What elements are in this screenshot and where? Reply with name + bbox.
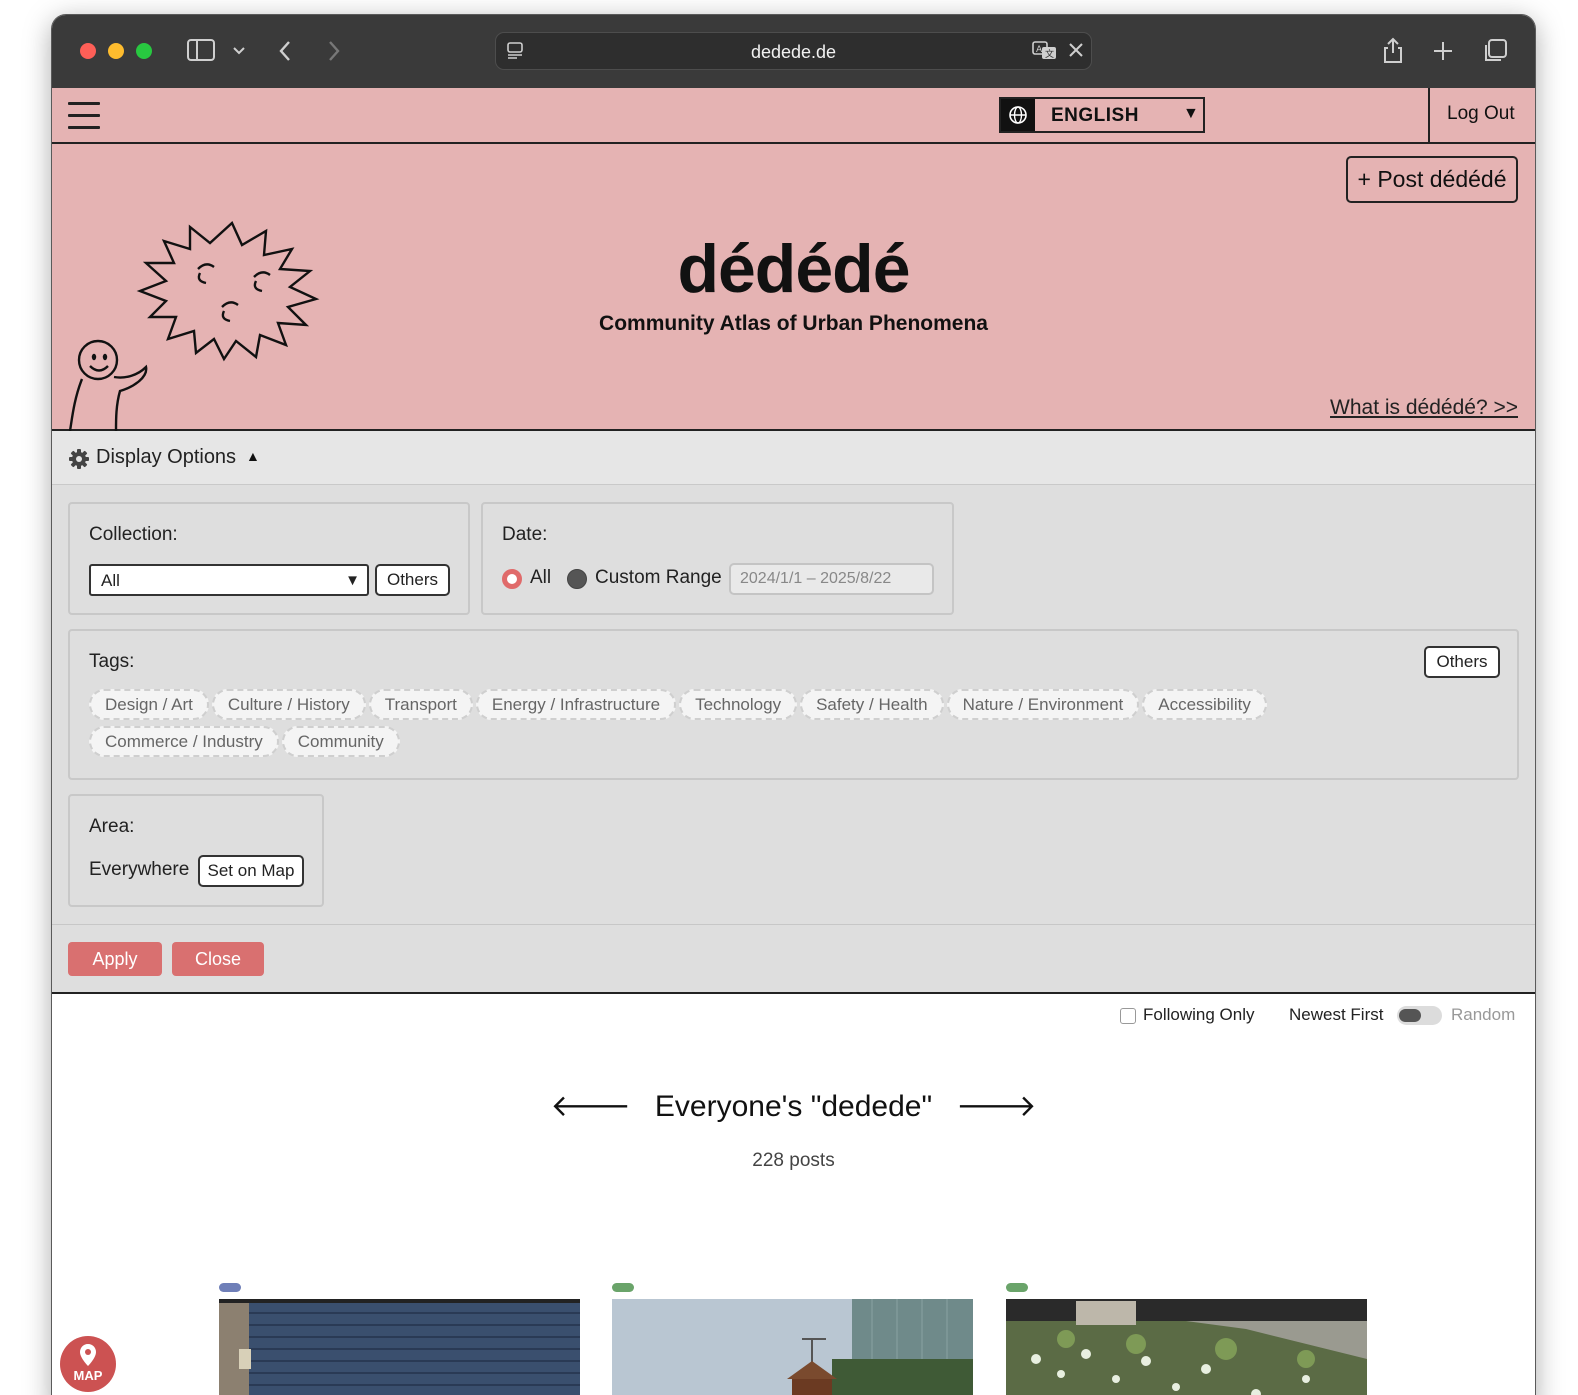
chevron-down-icon[interactable] [232, 46, 246, 56]
tag-chip[interactable]: Transport [368, 689, 473, 720]
collection-others-button[interactable]: Others [375, 564, 450, 596]
tag-chip[interactable]: Safety / Health [800, 689, 944, 720]
apply-button[interactable]: Apply [68, 942, 162, 976]
options-actions: Apply Close [52, 925, 1535, 994]
tag-chip[interactable]: Design / Art [89, 689, 209, 720]
tag-chip[interactable]: Nature / Environment [946, 689, 1140, 720]
prev-arrow-icon[interactable]: 🡐 [550, 1090, 630, 1123]
post-image [612, 1299, 973, 1395]
tags-others-button[interactable]: Others [1424, 646, 1500, 678]
language-label: ENGLISH [1051, 105, 1139, 126]
translate-icon[interactable]: A 文 [1032, 41, 1058, 61]
date-all-radio[interactable] [502, 569, 522, 589]
post-card[interactable] [612, 1283, 973, 1395]
tag-chip[interactable]: Commerce / Industry [89, 726, 279, 757]
map-pin-icon [80, 1344, 96, 1366]
area-title: Area: [89, 816, 135, 837]
date-custom-radio[interactable] [567, 569, 587, 589]
address-bar[interactable]: dedede.de A 文 [495, 32, 1092, 70]
post-count: 228 posts [752, 1150, 835, 1171]
newest-first-label: Newest First [1289, 1005, 1384, 1024]
svg-text:A: A [1036, 45, 1043, 55]
date-title: Date: [502, 524, 548, 545]
close-icon[interactable] [1068, 42, 1084, 58]
toggle-knob [1399, 1009, 1421, 1022]
set-on-map-button[interactable]: Set on Map [198, 855, 304, 887]
feed: Following Only Newest First Random 🡐 Ever… [52, 996, 1535, 1395]
collection-selected: All [101, 571, 120, 590]
new-tab-icon[interactable] [1432, 40, 1454, 62]
tab-overview-icon[interactable] [1482, 38, 1508, 64]
caret-down-icon: ▼ [345, 572, 360, 589]
post-image [1006, 1299, 1367, 1395]
next-arrow-icon[interactable]: 🡒 [956, 1090, 1036, 1123]
svg-text:文: 文 [1045, 48, 1054, 60]
area-value: Everywhere [89, 859, 190, 880]
zoom-window-button[interactable] [136, 43, 152, 59]
browser-window: dedede.de A 文 ENGLISH ▼ Log Out + Post d… [52, 15, 1535, 1395]
post-image [219, 1299, 580, 1395]
card-tag-pill [612, 1283, 634, 1292]
share-icon[interactable] [1382, 36, 1404, 64]
card-tag-pill [219, 1283, 241, 1292]
close-button[interactable]: Close [172, 942, 264, 976]
random-label: Random [1451, 1005, 1516, 1024]
following-only-checkbox[interactable] [1120, 1008, 1136, 1024]
site-subtitle: Community Atlas of Urban Phenomena [599, 312, 988, 335]
tag-chip[interactable]: Culture / History [211, 689, 366, 720]
sidebar-icon[interactable] [187, 39, 215, 61]
collapse-triangle-icon: ▲ [246, 448, 260, 464]
map-button-label: MAP [73, 1368, 103, 1383]
logout-label: Log Out [1447, 103, 1515, 124]
hero-banner: + Post dédédé dédédé Community Atlas of … [52, 144, 1535, 431]
globe-icon [1001, 99, 1035, 131]
post-card[interactable] [219, 1283, 580, 1395]
collection-title: Collection: [89, 524, 178, 545]
area-panel: Area: Everywhere Set on Map [68, 794, 324, 907]
logout-button[interactable]: Log Out [1428, 88, 1535, 142]
tag-list: Design / Art Culture / History Transport En… [89, 689, 1339, 763]
minimize-window-button[interactable] [108, 43, 124, 59]
site-header: ENGLISH ▼ Log Out [52, 88, 1535, 144]
tags-panel: Tags: Others Design / Art Culture / Histo… [68, 629, 1519, 780]
following-only-label: Following Only [1143, 1005, 1255, 1024]
tag-chip[interactable]: Technology [679, 689, 798, 720]
tag-chip[interactable]: Community [281, 726, 400, 757]
collection-panel: Collection: All ▼ Others [68, 502, 470, 615]
collection-select[interactable]: All ▼ [89, 564, 369, 596]
url-text: dedede.de [750, 42, 837, 62]
gear-icon [69, 449, 89, 469]
card-tag-pill [1006, 1283, 1028, 1292]
about-link[interactable]: What is dédédé? >> [1330, 396, 1518, 420]
post-card[interactable] [1006, 1283, 1367, 1395]
tag-chip[interactable]: Energy / Infrastructure [475, 689, 677, 720]
forward-icon[interactable] [327, 40, 341, 62]
post-button[interactable]: + Post dédédé [1346, 156, 1518, 203]
menu-icon[interactable] [68, 102, 100, 130]
back-icon[interactable] [278, 40, 292, 62]
display-options-toggle[interactable]: Display Options ▲ [52, 431, 1535, 485]
display-options-panel: Collection: All ▼ Others Date: All Custo… [52, 485, 1535, 925]
language-select[interactable]: ENGLISH ▼ [999, 97, 1205, 133]
section-header: 🡐 Everyone's "dedede" 🡒 [52, 1088, 1535, 1124]
date-custom-label: Custom Range [595, 567, 722, 588]
date-all-label: All [530, 567, 552, 588]
display-options-label: Display Options [96, 446, 237, 468]
tag-chip[interactable]: Accessibility [1142, 689, 1267, 720]
close-window-button[interactable] [80, 43, 96, 59]
browser-toolbar: dedede.de A 文 [52, 15, 1535, 88]
caret-down-icon: ▼ [1183, 105, 1199, 122]
sort-toggle[interactable] [1397, 1006, 1442, 1025]
site-title: dédédé [677, 231, 910, 307]
date-range-input[interactable]: 2024/1/1 – 2025/8/22 [729, 563, 934, 595]
section-title: Everyone's "dedede" [654, 1090, 933, 1123]
tags-title: Tags: [89, 651, 135, 672]
map-button[interactable]: MAP [60, 1336, 116, 1392]
date-panel: Date: All Custom Range 2024/1/1 – 2025/8… [481, 502, 954, 615]
